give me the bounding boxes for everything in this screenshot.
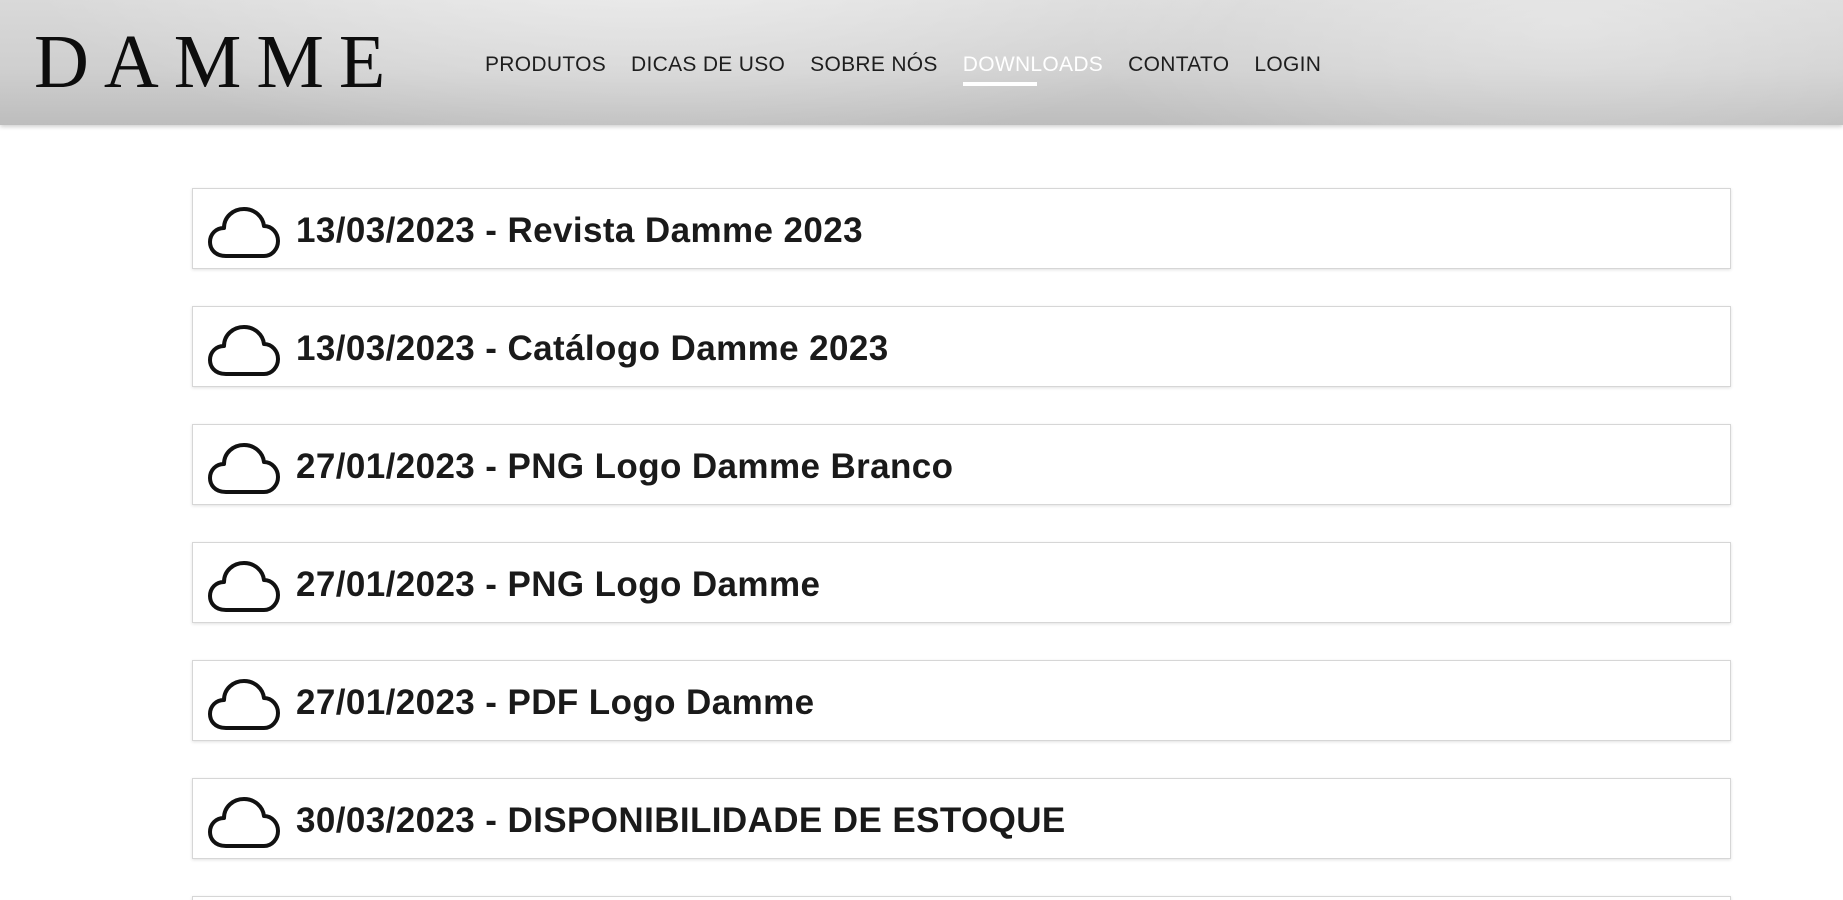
download-label: 27/01/2023 - PNG Logo Damme: [296, 565, 821, 604]
nav-item-downloads[interactable]: DOWNLOADS: [962, 53, 1103, 86]
cloud-icon: [206, 555, 282, 617]
nav-item-sobre-nos[interactable]: SOBRE NÓS: [810, 53, 938, 77]
nav-item-dicas-de-uso[interactable]: DICAS DE USO: [631, 53, 785, 77]
cloud-icon: [206, 319, 282, 381]
download-label: 27/01/2023 - PNG Logo Damme Branco: [296, 447, 954, 486]
damme-logo[interactable]: DAMME: [34, 22, 400, 102]
cloud-icon: [206, 673, 282, 735]
nav-item-contato[interactable]: CONTATO: [1128, 53, 1229, 77]
main-nav: PRODUTOS DICAS DE USO SOBRE NÓS DOWNLOAD…: [485, 53, 1321, 86]
cloud-icon: [206, 791, 282, 853]
download-label: 30/03/2023 - DISPONIBILIDADE DE ESTOQUE: [296, 801, 1066, 840]
download-label: 13/03/2023 - Revista Damme 2023: [296, 211, 863, 250]
download-label: 27/01/2023 - PDF Logo Damme: [296, 683, 815, 722]
site-header: DAMME PRODUTOS DICAS DE USO SOBRE NÓS DO…: [0, 0, 1843, 125]
download-item-partial[interactable]: [192, 896, 1731, 900]
download-item[interactable]: 13/03/2023 - Revista Damme 2023: [192, 188, 1731, 269]
download-item[interactable]: 27/01/2023 - PNG Logo Damme Branco: [192, 424, 1731, 505]
download-label: 13/03/2023 - Catálogo Damme 2023: [296, 329, 889, 368]
cloud-icon: [206, 201, 282, 263]
download-item[interactable]: 30/03/2023 - DISPONIBILIDADE DE ESTOQUE: [192, 778, 1731, 859]
downloads-list: 13/03/2023 - Revista Damme 2023 13/03/20…: [192, 188, 1731, 900]
nav-item-produtos[interactable]: PRODUTOS: [485, 53, 606, 77]
download-item[interactable]: 13/03/2023 - Catálogo Damme 2023: [192, 306, 1731, 387]
download-item[interactable]: 27/01/2023 - PNG Logo Damme: [192, 542, 1731, 623]
download-item[interactable]: 27/01/2023 - PDF Logo Damme: [192, 660, 1731, 741]
nav-item-login[interactable]: LOGIN: [1254, 53, 1321, 77]
cloud-icon: [206, 437, 282, 499]
